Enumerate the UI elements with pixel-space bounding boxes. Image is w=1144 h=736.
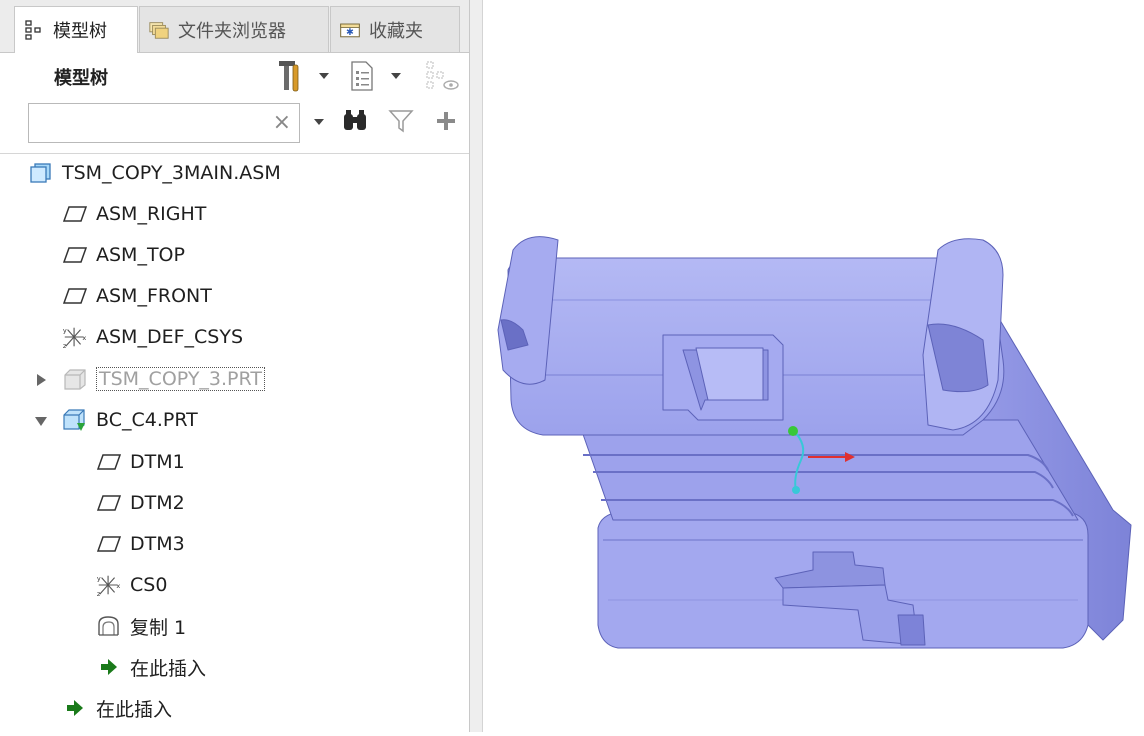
search-dropdown-caret[interactable] [314,119,324,125]
clear-search-icon[interactable]: × [273,110,291,136]
tree-display-icon [425,59,461,97]
filter-funnel-icon [388,108,414,138]
tree-item-label: CS0 [130,574,168,596]
datum-plane-icon [62,243,88,267]
tree-item-label: 在此插入 [96,698,173,721]
find-button[interactable] [340,108,370,138]
tree-item-label: ASM_RIGHT [96,203,207,225]
tree-item-tsm-copy-3-part[interactable]: TSM_COPY_3.PRT [62,364,265,394]
svg-text:y: y [97,574,101,582]
toolbar-divider [0,153,469,154]
tree-item-cs0[interactable]: y z x CS0 [96,570,167,600]
model-tree-icon [23,19,45,41]
tree-item-copy-1[interactable]: 复制 1 [96,611,186,641]
tree-item-label: ASM_TOP [96,244,185,266]
filter-button[interactable] [386,108,416,138]
graphics-viewport[interactable] [483,0,1144,732]
tree-item-dtm3[interactable]: DTM3 [96,529,185,559]
svg-text:x: x [116,582,120,590]
tree-item-label: 复制 1 [130,616,187,639]
search-input[interactable] [35,110,269,138]
tab-label: 文件夹浏览器 [178,20,286,42]
tools-dropdown-caret[interactable] [319,73,329,79]
part-icon [62,367,88,391]
binoculars-icon [341,108,369,138]
tab-strip: 模型树 文件夹浏览器 ✱ 收藏夹 [0,0,469,53]
tree-item-label: TSM_COPY_3MAIN.ASM [62,162,281,184]
svg-text:x: x [82,334,86,342]
svg-text:z: z [63,342,67,350]
tree-item-dtm1[interactable]: DTM1 [96,447,185,477]
favorites-icon: ✱ [339,19,361,41]
datum-plane-icon [62,284,88,308]
tab-label: 模型树 [53,21,107,42]
tree-item-asm-top[interactable]: ASM_TOP [62,240,185,270]
svg-text:y: y [63,326,67,334]
tab-favorites[interactable]: ✱ 收藏夹 [330,6,460,52]
tab-label: 收藏夹 [369,20,423,42]
tree-filter-display-button[interactable] [424,60,462,96]
expand-arrow-icon[interactable] [37,374,46,386]
tree-item-assembly-root[interactable]: TSM_COPY_3MAIN.ASM [28,158,281,188]
datum-plane-icon [62,202,88,226]
tab-model-tree[interactable]: 模型树 [14,6,138,53]
folder-browser-icon [148,19,170,41]
insert-here-arrow-icon [96,655,122,679]
tree-item-asm-right[interactable]: ASM_RIGHT [62,199,206,229]
tools-icon [275,59,303,97]
show-columns-button[interactable] [346,61,378,95]
search-field[interactable]: × [28,103,300,143]
datum-plane-icon [96,491,122,515]
tree-item-bc-c4-part[interactable]: BC_C4.PRT [62,405,198,435]
svg-text:✱: ✱ [346,27,354,38]
tree-item-insert-here-inner[interactable]: 在此插入 [96,652,206,682]
datum-plane-icon [96,532,122,556]
part-active-icon [62,408,88,432]
plus-icon [435,110,457,136]
tree-item-label: DTM1 [130,451,185,473]
assembly-icon [28,161,54,185]
tree-item-label: 在此插入 [130,657,207,680]
tree-item-label: TSM_COPY_3.PRT [96,367,265,391]
csys-icon: y z x [96,573,122,598]
tree-item-asm-front[interactable]: ASM_FRONT [62,281,212,311]
csys-icon: y z x [62,325,88,350]
tree-item-asm-def-csys[interactable]: y z x ASM_DEF_CSYS [62,322,243,352]
model-tree-panel: 模型树 文件夹浏览器 ✱ 收藏夹 模型树 × TSM_COPY_3MAIN.AS… [0,0,470,732]
svg-text:z: z [97,590,101,598]
columns-dropdown-caret[interactable] [391,73,401,79]
tree-item-label: DTM3 [130,533,185,555]
panel-title: 模型树 [54,68,108,89]
3d-model-render[interactable] [483,0,1144,732]
tree-item-insert-here-outer[interactable]: 在此插入 [62,693,172,723]
add-button[interactable] [432,108,460,138]
panel-splitter[interactable] [470,0,483,732]
datum-plane-icon [96,450,122,474]
tree-item-label: BC_C4.PRT [96,409,198,431]
copy-surface-icon [96,614,122,638]
tree-item-dtm2[interactable]: DTM2 [96,488,185,518]
collapse-arrow-icon[interactable] [35,417,47,426]
tree-item-label: ASM_DEF_CSYS [96,326,244,348]
settings-tools-button[interactable] [274,60,304,96]
tab-folder-browser[interactable]: 文件夹浏览器 [139,6,329,52]
tree-item-label: ASM_FRONT [96,285,212,307]
list-icon [348,60,376,96]
tree-item-label: DTM2 [130,492,185,514]
insert-here-arrow-icon [62,696,88,720]
